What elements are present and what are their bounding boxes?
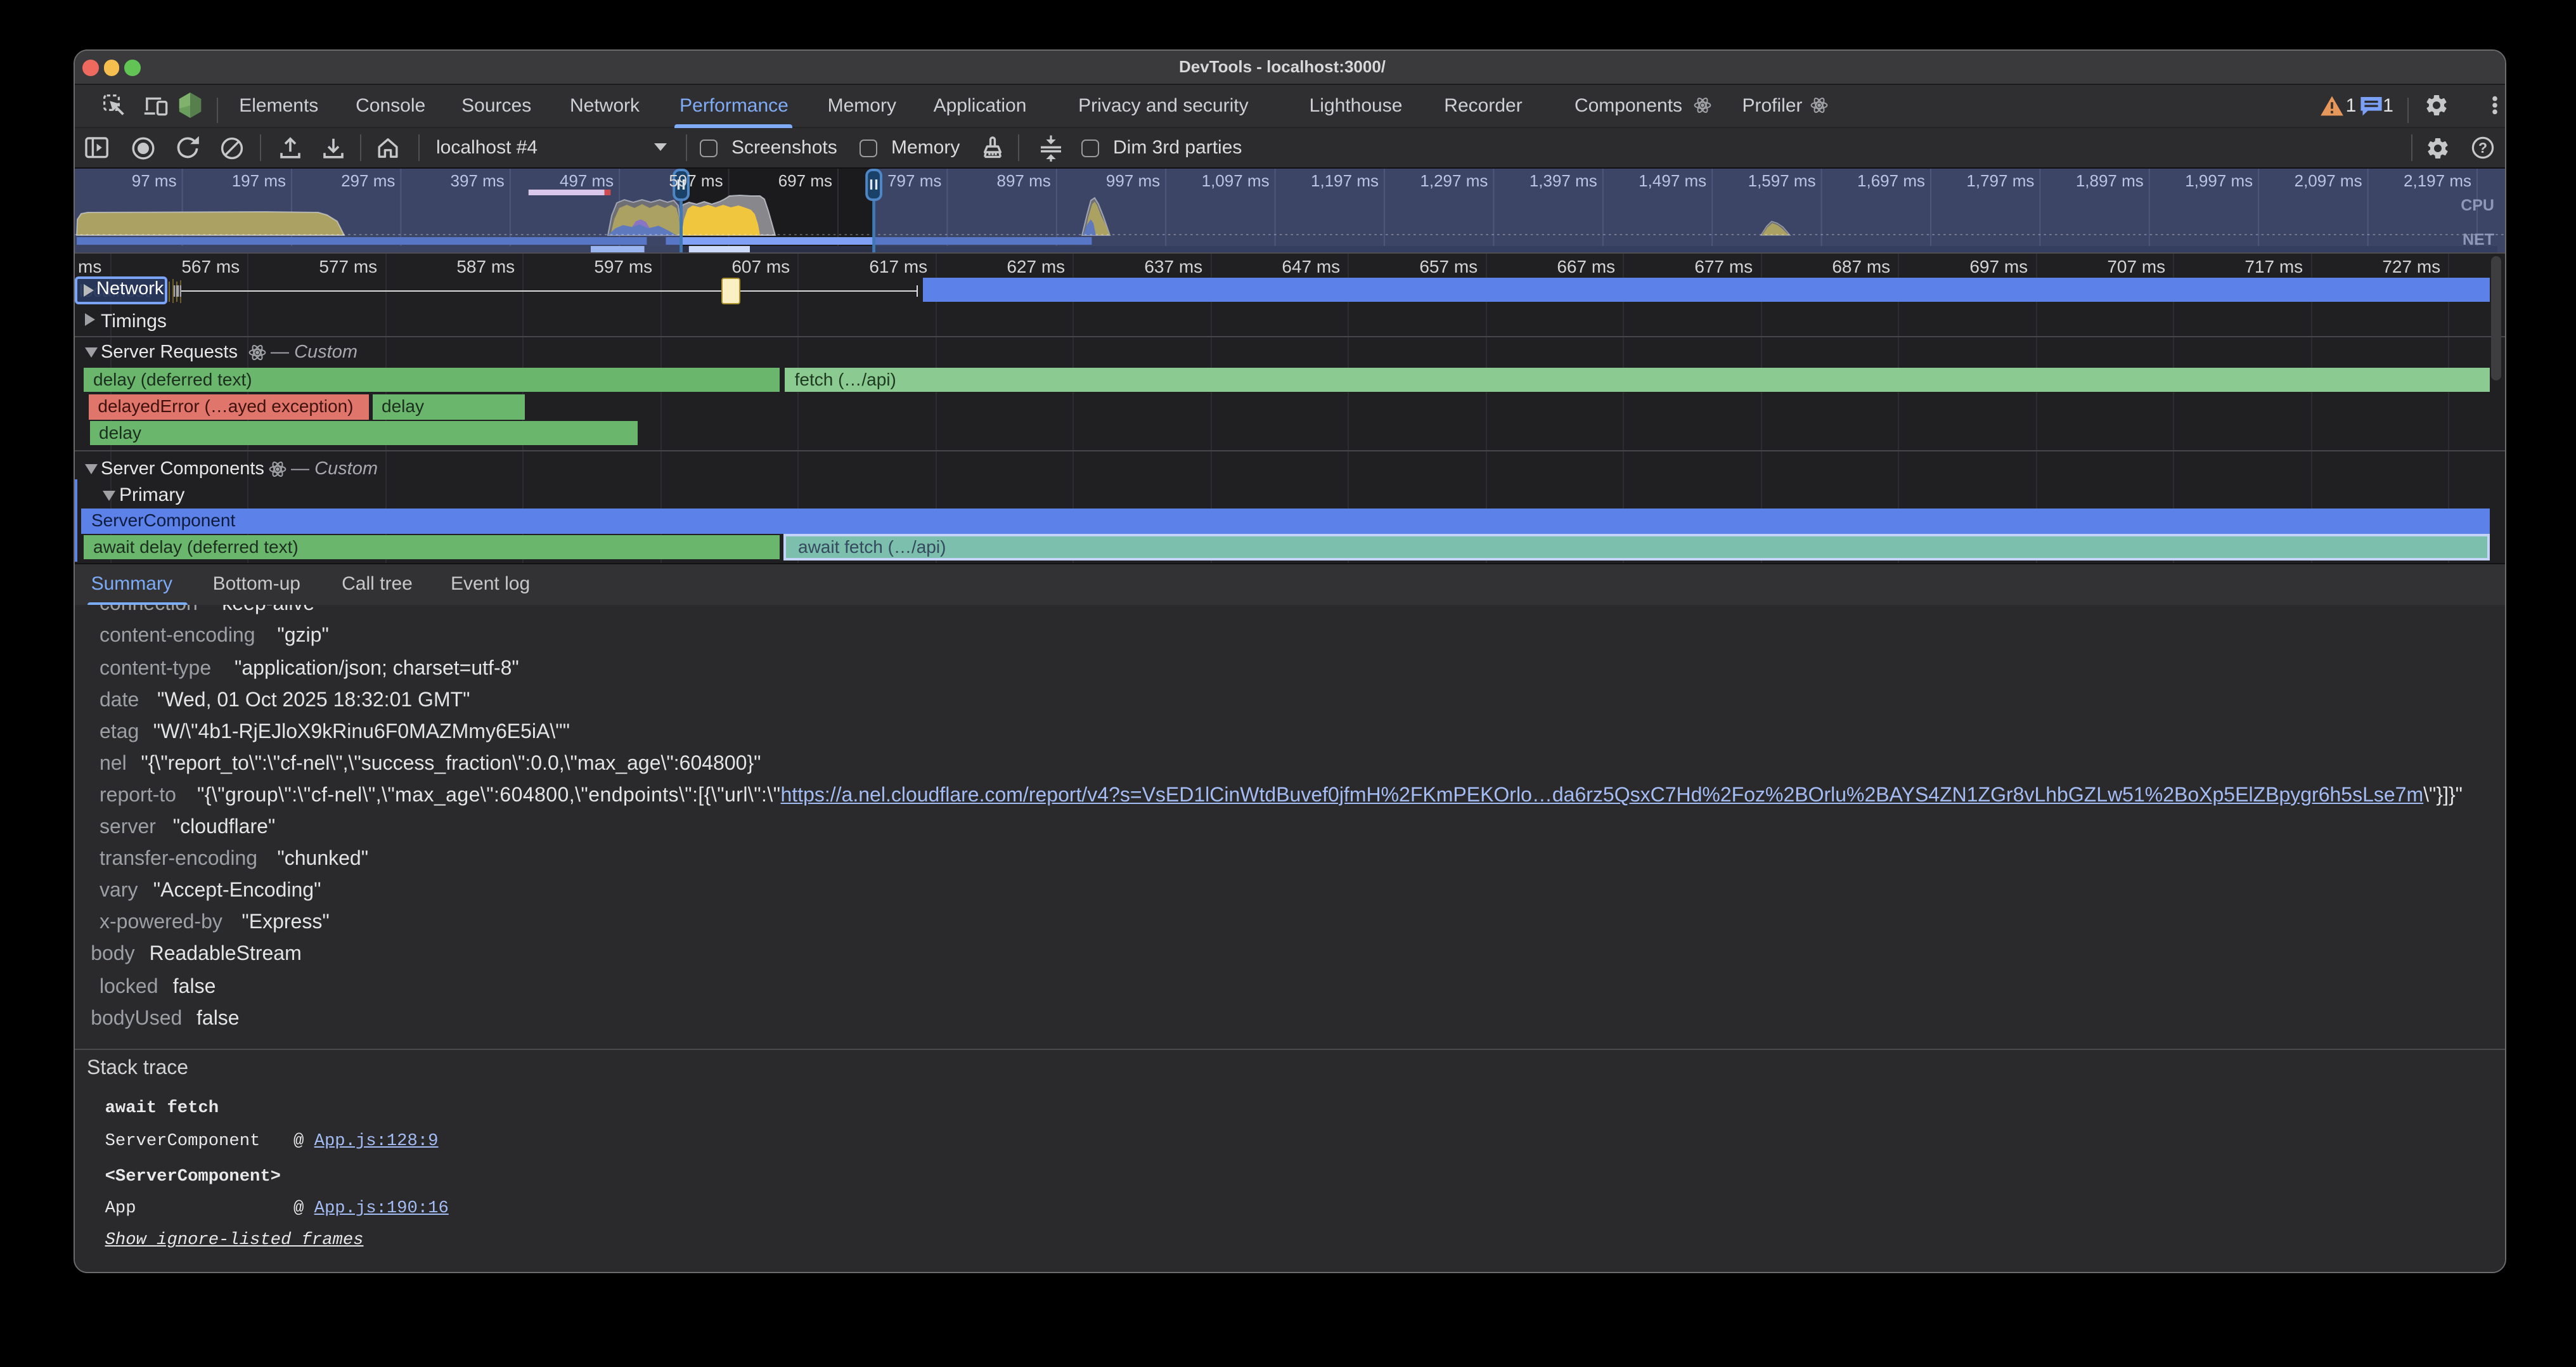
svg-text:?: ? [2478, 139, 2487, 156]
